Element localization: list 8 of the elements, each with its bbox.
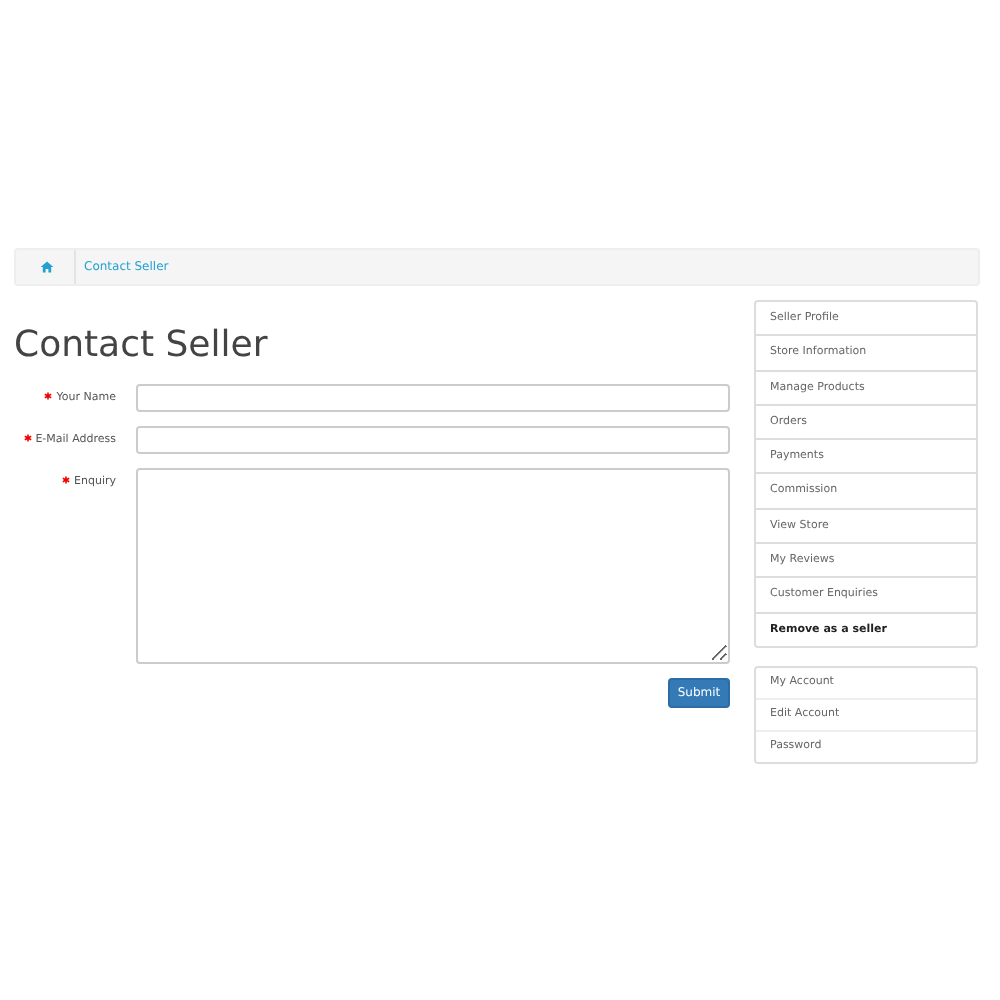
required-icon: [44, 392, 53, 401]
enquiry-field[interactable]: [136, 468, 730, 664]
input-field[interactable]: [136, 384, 730, 412]
input-field[interactable]: [136, 426, 730, 454]
required-icon: [62, 476, 71, 485]
page-title: Contact Seller: [14, 324, 270, 366]
required-icon: [23, 434, 32, 443]
home-icon[interactable]: [40, 260, 54, 274]
